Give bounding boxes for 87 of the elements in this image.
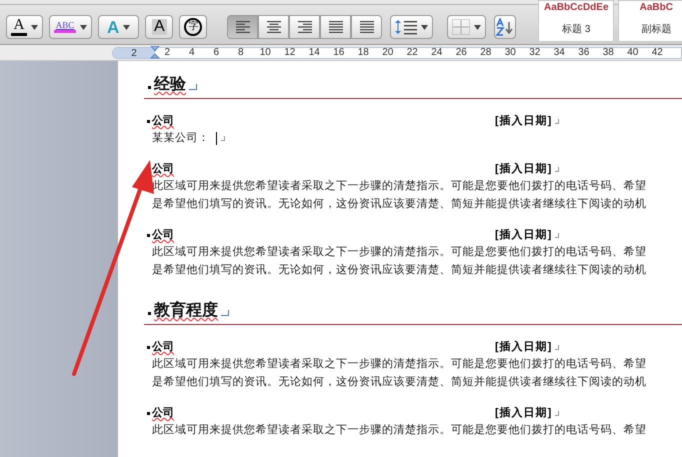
character-shading-button[interactable]: A bbox=[145, 15, 174, 39]
ruler-number: 36 bbox=[577, 47, 590, 58]
ruler-number: 16 bbox=[332, 47, 346, 58]
body-text: 此区域可用来提供您希望读者采取之下一步骤的清楚指示。可能是您要他们拨打的电话号码、希望 bbox=[152, 178, 646, 194]
line-spacing-icon bbox=[395, 19, 418, 35]
ruler-number: 42 bbox=[650, 47, 664, 58]
alignment-button[interactable] bbox=[227, 15, 258, 39]
company-name: 公司 bbox=[152, 162, 174, 177]
ruler-number: 38 bbox=[602, 47, 615, 58]
ruler-number: 8 bbox=[236, 47, 245, 58]
caret-icon bbox=[80, 24, 87, 30]
ruler-number: 22 bbox=[406, 47, 419, 58]
body-text: 此区域可用来提供您希望读者采取之下一步骤的清楚指示。可能是您要他们拨打的电话号码、希望 bbox=[152, 356, 646, 372]
indent-marker-icon bbox=[150, 46, 160, 60]
body-text: 此区域可用来提供您希望读者采取之下一步骤的清楚指示。可能是您要他们拨打的电话号码、希望 bbox=[152, 422, 646, 438]
date-field[interactable]: [插入日期] bbox=[495, 161, 552, 177]
caret-icon bbox=[421, 24, 428, 30]
company-name: 公司 bbox=[152, 228, 174, 243]
alignment-button[interactable] bbox=[320, 15, 352, 39]
ruler-number: 28 bbox=[479, 47, 492, 58]
borders-icon bbox=[452, 19, 470, 35]
ruler-number: 30 bbox=[504, 47, 517, 58]
bullet-icon bbox=[147, 120, 150, 122]
paragraph-mark-icon bbox=[555, 344, 560, 350]
distribute-icon bbox=[360, 20, 374, 34]
paragraph-mark-icon bbox=[555, 118, 560, 124]
paragraph-mark-icon bbox=[221, 310, 229, 316]
style-sample: AaBbCcDdEe bbox=[544, 3, 609, 13]
alignment-button[interactable] bbox=[289, 15, 320, 39]
date-field[interactable]: [插入日期] bbox=[495, 339, 552, 355]
section-heading: 经验 bbox=[154, 75, 186, 95]
align-center-icon bbox=[266, 20, 281, 34]
borders-button[interactable] bbox=[447, 15, 486, 39]
align-right-icon bbox=[298, 20, 312, 34]
ruler-number: 24 bbox=[430, 47, 444, 58]
bullet-icon bbox=[147, 234, 150, 236]
paragraph-mark-icon bbox=[555, 410, 560, 416]
line-spacing-button[interactable] bbox=[390, 15, 434, 39]
paragraph-mark-icon bbox=[189, 84, 197, 90]
enclose-characters-button[interactable]: 字 bbox=[179, 15, 208, 39]
bullet-icon bbox=[147, 412, 150, 414]
align-left-icon bbox=[236, 20, 250, 34]
bullet-icon bbox=[148, 312, 151, 315]
date-field[interactable]: [插入日期] bbox=[495, 113, 552, 129]
bullet-icon bbox=[148, 86, 151, 89]
date-field[interactable]: [插入日期] bbox=[495, 405, 552, 421]
highlight-button[interactable]: ABC bbox=[49, 15, 92, 39]
justify-icon bbox=[328, 20, 343, 34]
style-gallery-item[interactable]: AaBbC 副标题 bbox=[618, 0, 682, 42]
caret-icon bbox=[474, 24, 482, 30]
company-name: 公司 bbox=[152, 406, 174, 421]
ruler-number: 18 bbox=[356, 47, 370, 58]
bullet-icon bbox=[147, 346, 150, 348]
date-field[interactable]: [插入日期] bbox=[495, 227, 552, 243]
style-name: 标题 3 bbox=[562, 25, 590, 35]
body-text: 是希望他们填写的资讯。无论如何，这份资讯应该要清楚、简短并能提供读者继续往下阅读的动机 bbox=[152, 374, 646, 390]
ruler-number: 10 bbox=[258, 47, 272, 58]
ruler-number: 2 bbox=[163, 47, 172, 58]
ruler-number: 4 bbox=[188, 47, 196, 58]
alignment-button[interactable] bbox=[258, 15, 290, 39]
font-color-button[interactable]: A bbox=[6, 15, 43, 39]
body-text: 某某公司： bbox=[152, 130, 210, 146]
paragraph-mark-icon bbox=[555, 232, 560, 238]
ruler-number: 12 bbox=[283, 47, 296, 58]
ruler-number: 32 bbox=[528, 47, 542, 58]
alignment-button[interactable] bbox=[351, 15, 382, 39]
ruler-number: 26 bbox=[454, 47, 468, 58]
section-heading: 教育程度 bbox=[154, 301, 218, 321]
sort-button[interactable] bbox=[494, 15, 516, 39]
paragraph-mark-icon bbox=[555, 166, 560, 172]
style-name: 副标题 bbox=[641, 25, 672, 35]
caret-icon bbox=[123, 24, 130, 30]
ruler-number: 14 bbox=[308, 47, 321, 58]
style-gallery-item[interactable]: AaBbCcDdEe 标题 3 bbox=[538, 0, 614, 42]
style-sample: AaBbC bbox=[640, 3, 673, 13]
caret-icon bbox=[31, 24, 38, 30]
body-text: 此区域可用来提供您希望读者采取之下一步骤的清楚指示。可能是您要他们拨打的电话号码、希望 bbox=[152, 244, 646, 260]
ruler-number: 34 bbox=[552, 47, 566, 58]
sort-icon bbox=[495, 18, 516, 36]
body-text: 是希望他们填写的资讯。无论如何，这份资讯应该要清楚、简短并能提供读者继续往下阅读的动机 bbox=[152, 262, 646, 278]
body-text: 是希望他们填写的资讯。无论如何，这份资讯应该要清楚、简短并能提供读者继续往下阅读的动机 bbox=[152, 196, 646, 212]
ruler-number: 40 bbox=[626, 47, 640, 58]
paragraph-mark-icon bbox=[220, 136, 224, 140]
company-name: 公司 bbox=[152, 340, 174, 355]
company-name: 公司 bbox=[152, 114, 174, 129]
ruler-number: 20 bbox=[381, 47, 394, 58]
ruler-number: 6 bbox=[212, 47, 220, 58]
